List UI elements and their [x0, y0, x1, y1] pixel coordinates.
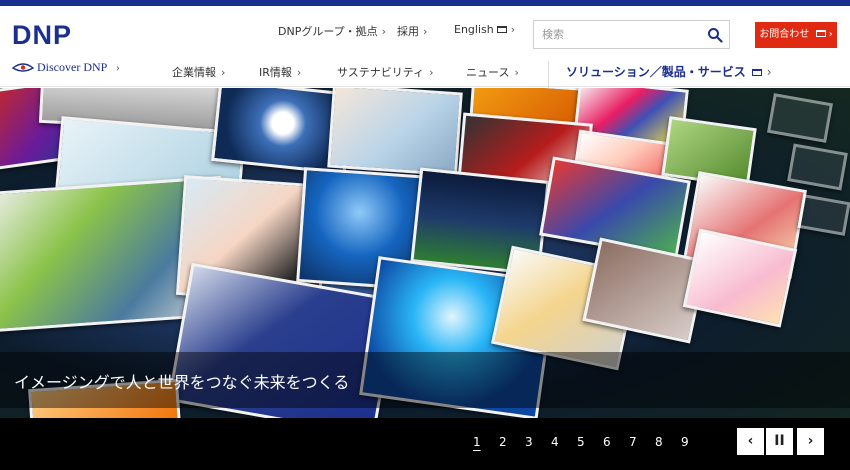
search-box: [533, 20, 730, 49]
slider-page-2[interactable]: 2: [499, 435, 525, 449]
slider-controls: 123456789 ‹ II ›: [0, 418, 850, 470]
new-window-icon: [751, 69, 762, 76]
new-window-icon: [815, 30, 826, 37]
utility-link-group-label: DNPグループ・拠点: [278, 25, 378, 38]
nav-item-ir-label: IR情報: [259, 66, 292, 79]
slider-page-1[interactable]: 1: [473, 435, 499, 449]
nav-item-sustainability-label: サステナビリティ: [337, 66, 425, 79]
slider-page-7[interactable]: 7: [629, 435, 655, 449]
slider-page-3[interactable]: 3: [525, 435, 551, 449]
slider-page-8[interactable]: 8: [655, 435, 681, 449]
chevron-right-icon: ›: [115, 60, 120, 74]
nav-item-ir[interactable]: IR情報 ›: [259, 64, 301, 80]
nav-item-sustainability[interactable]: サステナビリティ ›: [337, 64, 434, 80]
chevron-right-icon: ›: [828, 29, 833, 40]
dnp-logo[interactable]: DNP: [12, 20, 72, 51]
search-input[interactable]: [534, 21, 694, 48]
utility-link-recruit[interactable]: 採用 ›: [397, 23, 427, 39]
discover-eye-icon: [12, 63, 34, 72]
slider-pager: 123456789: [473, 435, 707, 449]
nav-item-news-label: ニュース: [466, 66, 510, 79]
chevron-right-icon: ›: [423, 25, 428, 38]
slider-page-9[interactable]: 9: [681, 435, 707, 449]
discover-dnp-link[interactable]: Discover DNP ›: [12, 60, 120, 75]
slider-page-6[interactable]: 6: [603, 435, 629, 449]
slider-page-4[interactable]: 4: [551, 435, 577, 449]
chevron-right-icon[interactable]: ›: [797, 428, 824, 455]
chevron-right-icon: ›: [510, 23, 516, 36]
chevron-right-icon: ›: [381, 25, 387, 38]
utility-link-recruit-label: 採用: [397, 25, 419, 38]
photo-outline-frame: [766, 93, 834, 143]
chevron-right-icon: ›: [766, 65, 772, 79]
utility-link-english-label: English: [454, 23, 494, 36]
chevron-right-icon: ›: [221, 66, 226, 79]
chevron-left-icon[interactable]: ‹: [737, 428, 764, 455]
chevron-right-icon: ›: [429, 66, 434, 79]
chevron-right-icon: ›: [296, 66, 302, 79]
nav-item-news[interactable]: ニュース ›: [466, 64, 519, 80]
hero-caption-bar: イメージングで人と世界をつなぐ未来をつくる: [0, 352, 850, 408]
photo-outline-frame: [797, 194, 850, 236]
site-header: DNP DNPグループ・拠点› 採用› English› お問合わせ › Dis…: [0, 6, 850, 91]
hero-caption: イメージングで人と世界をつなぐ未来をつくる: [14, 373, 350, 392]
slider-page-5[interactable]: 5: [577, 435, 603, 449]
nav-item-company-label: 企業情報: [172, 66, 216, 79]
hero-slideshow[interactable]: イメージングで人と世界をつなぐ未来をつくる: [0, 88, 850, 418]
utility-link-group[interactable]: DNPグループ・拠点 ›: [278, 23, 386, 39]
solutions-link[interactable]: ソリューション／製品・サービス ›: [566, 63, 772, 80]
contact-button[interactable]: お問合わせ ›: [755, 22, 837, 48]
nav-item-company[interactable]: 企業情報 ›: [172, 64, 225, 80]
solutions-link-label: ソリューション／製品・サービス: [566, 65, 746, 79]
photo-outline-frame: [787, 143, 848, 191]
utility-link-english[interactable]: English ›: [454, 23, 515, 36]
pause-icon[interactable]: II: [766, 428, 793, 455]
new-window-icon: [496, 26, 507, 33]
nav-divider: [548, 61, 549, 91]
contact-button-label: お問合わせ: [759, 29, 810, 40]
chevron-right-icon: ›: [514, 66, 519, 79]
photo-children-tablet: [327, 88, 463, 177]
search-icon[interactable]: [707, 27, 723, 43]
discover-dnp-label: Discover DNP: [37, 60, 107, 74]
